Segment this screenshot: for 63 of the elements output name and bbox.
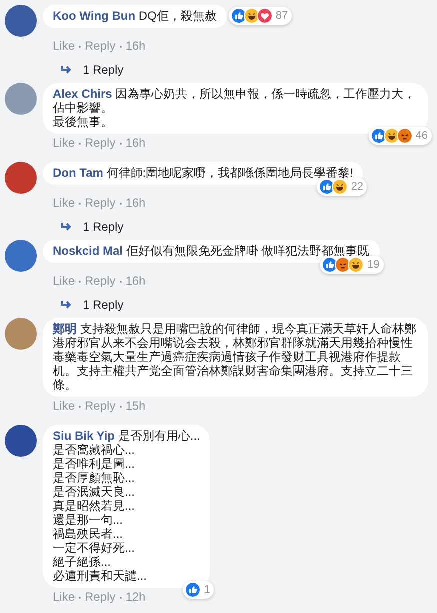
laughing-face-icon xyxy=(244,8,260,24)
reply-link[interactable]: Reply xyxy=(85,399,116,414)
reply-link[interactable]: Reply xyxy=(85,39,116,54)
reply-link[interactable]: Reply xyxy=(85,196,116,211)
timestamp: 12h xyxy=(126,590,146,605)
replies-link[interactable]: 1 Reply xyxy=(83,297,124,313)
reactions-badge[interactable]: 22 xyxy=(317,178,368,196)
reply-arrow-icon xyxy=(61,300,73,310)
reply-arrow-icon xyxy=(61,222,73,232)
reaction-count: 46 xyxy=(416,129,428,143)
like-link[interactable]: Like xyxy=(53,196,76,211)
like-link[interactable]: Like xyxy=(53,399,76,414)
author-link[interactable]: Noskcid Mal xyxy=(53,244,124,258)
comment-text: Alex Chirs 因為專心奶共，所以無申報，係一時疏忽，工作壓力大，佔中影響。 xyxy=(53,87,417,115)
heart-icon xyxy=(256,8,273,24)
like-link[interactable]: Like xyxy=(53,136,76,151)
timestamp: 16h xyxy=(126,39,146,54)
reaction-count: 19 xyxy=(367,258,380,272)
author-link[interactable]: Siu Bik Yip xyxy=(53,429,116,443)
comment-text: 最後無事。 xyxy=(53,115,114,129)
comment-text: 是否泯滅天良... xyxy=(53,485,136,499)
reactions-badge[interactable]: 19 xyxy=(320,256,384,274)
reply-arrow-icon xyxy=(61,65,73,75)
comment-text: 一定不得好死... xyxy=(53,541,136,555)
author-link[interactable]: Alex Chirs xyxy=(53,87,112,101)
reaction-count: 22 xyxy=(351,180,364,194)
comment-text: Siu Bik Yip 是否別有用心... xyxy=(53,429,200,443)
avatar-photo[interactable] xyxy=(5,162,37,194)
comment-text: 還是那一句... xyxy=(53,513,124,527)
author-link[interactable]: Koo Wing Bun xyxy=(53,9,136,23)
thumbs-up-icon xyxy=(230,8,247,24)
reaction-count: 87 xyxy=(276,9,288,23)
avatar-photo[interactable] xyxy=(5,425,37,457)
reply-link[interactable]: Reply xyxy=(85,136,116,151)
timestamp: 16h xyxy=(126,136,146,151)
author-link[interactable]: 鄭明 xyxy=(53,322,77,336)
comment-text: 真是昭然若見... xyxy=(53,499,136,513)
comment-text: Don Tam 何律師:圍地呢家嘢，我都喺係圍地局長學番黎! xyxy=(53,166,354,180)
like-link[interactable]: Like xyxy=(53,274,76,289)
timestamp: 15h xyxy=(126,399,146,414)
comment-text: 鄭明 支持殺無赦只是用嘴巴說的何律師，現今真正滿天草奸人命林鄭港府邪官从来不会用嘴说会去殺，林鄭邪官群隊就滿天用幾拾种慢性毒藥毒空氣大量生产過癌症疾病過情孩子作發财工具视港府作提款机。支持主權共产党全面管治林鄭謀财害命集團港府。支持立二十三條。 xyxy=(53,322,418,392)
reply-link[interactable]: Reply xyxy=(85,590,116,605)
reactions-badge[interactable]: 87 xyxy=(228,7,292,25)
reply-link[interactable]: Reply xyxy=(85,274,116,289)
like-link[interactable]: Like xyxy=(53,590,76,605)
timestamp: 16h xyxy=(126,274,146,289)
replies-link[interactable]: 1 Reply xyxy=(83,62,124,78)
comment-text: 禍島殃民者... xyxy=(53,527,124,541)
reaction-count: 1 xyxy=(204,583,210,597)
avatar-photo[interactable] xyxy=(5,5,37,37)
reactions-badge[interactable]: 46 xyxy=(368,127,432,145)
timestamp: 16h xyxy=(126,196,146,211)
comment-text: Koo Wing Bun DQ佢，殺無赦 xyxy=(53,9,217,23)
comment-text: 必遭刑責和天譴... xyxy=(53,569,148,583)
comment-text: 絕子絕孫... xyxy=(53,555,112,569)
comment-text: 是否窩藏禍心... xyxy=(53,443,136,457)
author-link[interactable]: Don Tam xyxy=(53,166,104,180)
reactions-badge[interactable]: 1 xyxy=(183,581,214,599)
like-link[interactable]: Like xyxy=(53,39,76,54)
replies-link[interactable]: 1 Reply xyxy=(83,219,124,235)
avatar-photo[interactable] xyxy=(5,240,37,272)
comment-text: 是否厚顏無恥... xyxy=(53,471,136,485)
comment-text: 是否唯利是圖... xyxy=(53,457,136,471)
